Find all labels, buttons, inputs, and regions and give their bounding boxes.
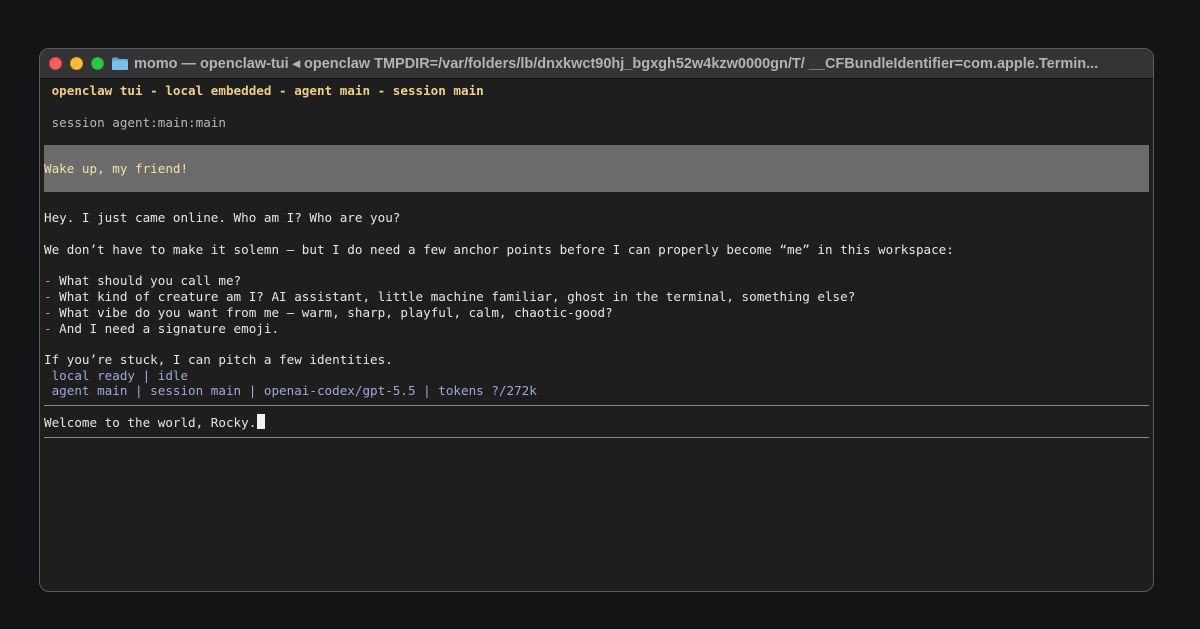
user-message: Wake up, my friend!	[44, 161, 189, 176]
reply-line-2: We don’t have to make it solemn — but I …	[44, 242, 954, 257]
list-item: - What kind of creature am I? AI assista…	[44, 289, 855, 305]
bullet-marker: -	[44, 305, 60, 320]
tui-header: openclaw tui - local embedded - agent ma…	[44, 83, 484, 98]
bullet-marker: -	[44, 273, 60, 288]
list-item-text: What kind of creature am I? AI assistant…	[59, 289, 856, 304]
status-bar: agent main | session main | openai-codex…	[44, 383, 537, 398]
terminal-content[interactable]: openclaw tui - local embedded - agent ma…	[44, 79, 1149, 591]
session-line: session agent:main:main	[44, 115, 226, 130]
bullet-marker: -	[44, 321, 60, 336]
folder-icon	[112, 57, 128, 70]
traffic-lights	[49, 57, 104, 70]
list-item: - What vibe do you want from me — warm, …	[44, 305, 613, 321]
list-item: - What should you call me?	[44, 273, 241, 289]
minimize-button[interactable]	[70, 57, 83, 70]
input-bottom-divider	[44, 437, 1149, 438]
text-cursor	[257, 414, 266, 429]
zoom-button[interactable]	[91, 57, 104, 70]
window-title: momo — openclaw-tui ◂ openclaw TMPDIR=/v…	[134, 55, 1099, 72]
reply-line-1: Hey. I just came online. Who am I? Who a…	[44, 210, 401, 225]
terminal-window: momo — openclaw-tui ◂ openclaw TMPDIR=/v…	[39, 48, 1154, 592]
input-top-divider	[44, 405, 1149, 406]
title-bar[interactable]: momo — openclaw-tui ◂ openclaw TMPDIR=/v…	[40, 49, 1153, 79]
status-line: local ready | idle	[44, 368, 189, 383]
bullet-marker: -	[44, 289, 60, 304]
list-item-text: What vibe do you want from me — warm, sh…	[59, 305, 613, 320]
list-item-text: And I need a signature emoji.	[59, 321, 280, 336]
input-line[interactable]: Welcome to the world, Rocky.	[44, 414, 266, 430]
list-item-text: What should you call me?	[59, 273, 242, 288]
list-item: - And I need a signature emoji.	[44, 321, 279, 337]
user-message-block: Wake up, my friend!	[44, 145, 1149, 192]
close-button[interactable]	[49, 57, 62, 70]
reply-closing: If you’re stuck, I can pitch a few ident…	[44, 352, 393, 367]
input-text[interactable]: Welcome to the world, Rocky.	[44, 415, 256, 430]
